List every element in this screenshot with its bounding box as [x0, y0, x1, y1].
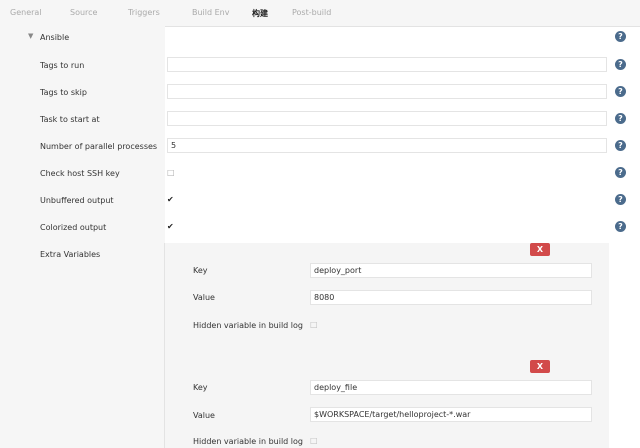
help-icon[interactable]: ? [615, 140, 626, 151]
help-icon[interactable]: ? [615, 113, 626, 124]
help-icon[interactable]: ? [615, 221, 626, 232]
tab-general[interactable]: General [10, 8, 42, 17]
tags-to-run-input[interactable] [167, 57, 607, 72]
parallel-processes-label: Number of parallel processes [40, 142, 158, 151]
extra-variables-label: Extra Variables [40, 250, 101, 259]
check-host-ssh-key-checkbox[interactable]: □ [167, 168, 176, 177]
tab-build[interactable]: 构建 [252, 8, 268, 19]
value-input[interactable]: 8080 [310, 290, 592, 305]
hidden-variable-checkbox[interactable]: □ [310, 436, 318, 445]
value-label: Value [193, 411, 215, 420]
value-input[interactable]: $WORKSPACE/target/helloproject-*.war [310, 407, 592, 422]
hidden-variable-checkbox[interactable]: □ [310, 320, 318, 329]
help-icon[interactable]: ? [615, 31, 626, 42]
tab-post-build[interactable]: Post-build [292, 8, 331, 17]
delete-variable-button[interactable]: X [530, 360, 550, 373]
help-icon[interactable]: ? [615, 194, 626, 205]
tab-build-env[interactable]: Build Env [192, 8, 229, 17]
parallel-processes-input[interactable]: 5 [167, 138, 607, 153]
section-title: Ansible [40, 33, 70, 42]
tab-source[interactable]: Source [70, 8, 97, 17]
hidden-variable-label: Hidden variable in build log [193, 437, 303, 446]
task-to-start-at-input[interactable] [167, 111, 607, 126]
colorized-output-checkbox[interactable]: ✔ [167, 222, 176, 231]
tags-to-skip-input[interactable] [167, 84, 607, 99]
tab-triggers[interactable]: Triggers [128, 8, 160, 17]
help-icon[interactable]: ? [615, 59, 626, 70]
help-icon[interactable]: ? [615, 86, 626, 97]
key-input[interactable]: deploy_file [310, 380, 592, 395]
collapse-caret-icon[interactable]: ▼ [28, 32, 33, 40]
delete-variable-button[interactable]: X [530, 243, 550, 256]
unbuffered-output-checkbox[interactable]: ✔ [167, 195, 176, 204]
tags-to-skip-label: Tags to skip [40, 88, 87, 97]
colorized-output-label: Colorized output [40, 223, 107, 232]
value-label: Value [193, 293, 215, 302]
task-to-start-at-label: Task to start at [40, 115, 100, 124]
check-host-ssh-key-label: Check host SSH key [40, 169, 120, 178]
help-icon[interactable]: ? [615, 167, 626, 178]
key-label: Key [193, 266, 208, 275]
tags-to-run-label: Tags to run [40, 61, 85, 70]
key-label: Key [193, 383, 208, 392]
key-input[interactable]: deploy_port [310, 263, 592, 278]
hidden-variable-label: Hidden variable in build log [193, 321, 303, 330]
unbuffered-output-label: Unbuffered output [40, 196, 114, 205]
tab-bar: General Source Triggers Build Env 构建 Pos… [0, 0, 640, 27]
